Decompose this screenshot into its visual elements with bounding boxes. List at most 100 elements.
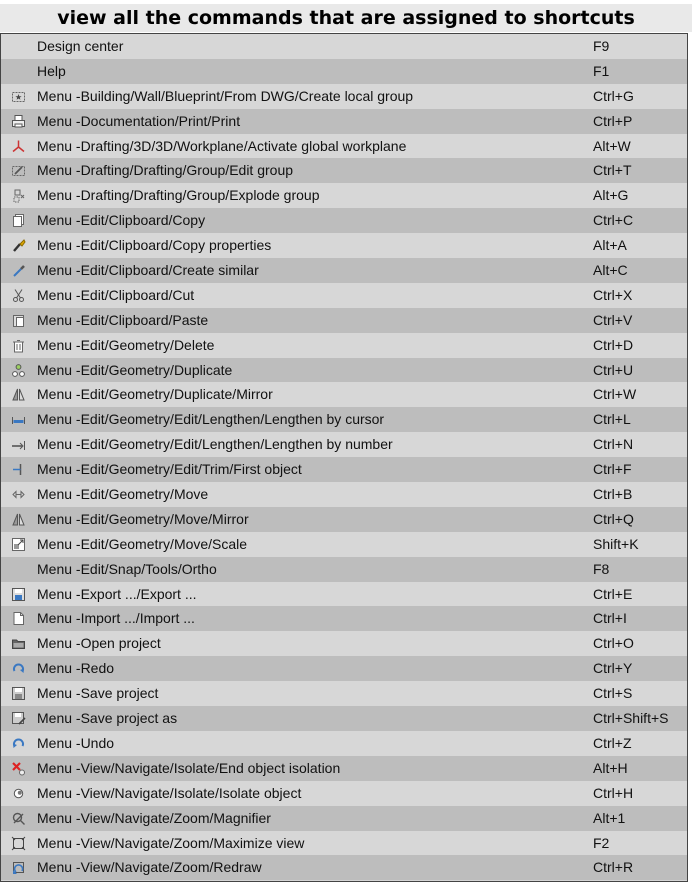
command-name: Design center	[37, 38, 124, 54]
magnifier-icon	[11, 811, 26, 826]
command-name: Menu -View/Navigate/Isolate/End object i…	[37, 759, 341, 776]
shortcut-key: F2	[593, 834, 610, 851]
shortcut-key: Alt+H	[593, 759, 628, 776]
shortcut-key: Ctrl+S	[593, 685, 633, 702]
shortcut-key: Ctrl+D	[593, 336, 634, 353]
command-name: Menu -Edit/Clipboard/Paste	[37, 311, 209, 328]
command-name: Menu -Edit/Geometry/Duplicate/Mirror	[37, 386, 273, 403]
local-group-icon	[11, 89, 26, 104]
maximize-icon	[11, 836, 26, 851]
table-row[interactable]: Menu -Edit/Geometry/Delete Ctrl+D	[1, 332, 687, 358]
shortcut-key: Ctrl+H	[593, 784, 634, 801]
command-name: Menu -View/Navigate/Zoom/Magnifier	[37, 809, 271, 826]
brush-icon	[11, 238, 26, 253]
mirror-icon	[11, 387, 26, 402]
paste-icon	[11, 313, 26, 328]
shortcut-key: Ctrl+L	[593, 411, 631, 428]
shortcut-key: Ctrl+O	[593, 635, 634, 652]
shortcut-key: Ctrl+X	[593, 286, 633, 303]
command-name: Menu -Drafting/Drafting/Group/Explode gr…	[37, 187, 320, 204]
table-row[interactable]: Menu -Edit/Geometry/Move/Mirror Ctrl+Q	[1, 506, 687, 532]
printer-icon	[11, 114, 26, 129]
table-row[interactable]: Menu -Documentation/Print/Print Ctrl+P	[1, 108, 687, 134]
shortcut-key: Ctrl+Q	[593, 510, 634, 527]
command-name: Menu -Edit/Snap/Tools/Ortho	[37, 560, 217, 577]
shortcut-key: Ctrl+N	[593, 436, 634, 453]
table-row[interactable]: Menu -Edit/Clipboard/Copy properties Alt+…	[1, 233, 687, 259]
shortcut-key: Ctrl+C	[593, 212, 634, 229]
table-row[interactable]: Menu -View/Navigate/Isolate/End object i…	[1, 755, 687, 781]
command-name: Help	[37, 62, 66, 79]
table-row[interactable]: Menu -Edit/Geometry/Edit/Lengthen/Length…	[1, 407, 687, 433]
import-icon	[11, 611, 26, 626]
lengthen-cursor-icon	[11, 412, 26, 427]
table-row[interactable]: Menu -Redo Ctrl+Y	[1, 656, 687, 682]
table-row[interactable]: Menu -Save project as Ctrl+Shift+S	[1, 706, 687, 731]
shortcut-key: Ctrl+U	[593, 361, 634, 378]
shortcut-key: Ctrl+V	[593, 311, 633, 328]
table-row[interactable]: Help F1	[1, 58, 687, 84]
shortcut-key: Ctrl+E	[593, 585, 633, 602]
trim-icon	[11, 462, 26, 477]
shortcut-key: Ctrl+Z	[593, 734, 632, 751]
command-name: Menu -Edit/Clipboard/Cut	[37, 286, 195, 303]
command-name: Menu -Edit/Geometry/Move	[37, 486, 209, 503]
command-name: Menu -Building/Wall/Blueprint/From DWG/C…	[37, 87, 414, 104]
move-icon	[11, 487, 26, 502]
table-row[interactable]: Menu -View/Navigate/Zoom/Magnifier Alt+1	[1, 805, 687, 831]
save-as-icon	[11, 711, 26, 726]
command-name: Menu -Drafting/3D/3D/Workplane/Activate …	[37, 137, 407, 154]
workplane-axes-icon	[11, 139, 26, 154]
command-name: Menu -View/Navigate/Zoom/Redraw	[37, 859, 262, 876]
table-row[interactable]: Menu -Building/Wall/Blueprint/From DWG/C…	[1, 83, 687, 109]
command-name: Menu -Edit/Geometry/Edit/Lengthen/Length…	[37, 436, 393, 453]
shortcut-key: Ctrl+G	[593, 87, 634, 104]
shortcut-key: Ctrl+R	[593, 859, 634, 876]
table-row[interactable]: Menu -Export .../Export ... Ctrl+E	[1, 581, 687, 607]
table-row[interactable]: Menu -Undo Ctrl+Z	[1, 730, 687, 756]
table-row[interactable]: Menu -Edit/Geometry/Duplicate Ctrl+U	[1, 357, 687, 383]
command-name: Menu -Undo	[37, 734, 115, 751]
isolate-icon	[11, 786, 26, 801]
duplicate-icon	[11, 363, 26, 378]
shortcut-key: Ctrl+W	[593, 386, 637, 403]
table-row[interactable]: Menu -Import .../Import ... Ctrl+I	[1, 606, 687, 632]
table-row[interactable]: Menu -Open project Ctrl+O	[1, 631, 687, 657]
table-row[interactable]: Menu -Drafting/Drafting/Group/Explode gr…	[1, 183, 687, 209]
command-name: Menu -Edit/Geometry/Edit/Trim/First obje…	[37, 461, 302, 478]
table-row[interactable]: Menu -Edit/Clipboard/Paste Ctrl+V	[1, 307, 687, 333]
table-row[interactable]: Menu -Edit/Geometry/Move/Scale Shift+K	[1, 531, 687, 557]
table-row[interactable]: Menu -View/Navigate/Zoom/Maximize view F2	[1, 830, 687, 856]
shortcut-key: Ctrl+Shift+S	[593, 710, 669, 727]
table-row[interactable]: Menu -Drafting/Drafting/Group/Edit group…	[1, 158, 687, 184]
scissors-icon	[11, 288, 26, 303]
table-row[interactable]: Menu -Edit/Clipboard/Create similar Alt+C	[1, 258, 687, 283]
table-row[interactable]: Design center F9	[1, 34, 687, 59]
command-name: Menu -Open project	[37, 635, 161, 652]
save-icon	[11, 686, 26, 701]
table-row[interactable]: Menu -Drafting/3D/3D/Workplane/Activate …	[1, 133, 687, 159]
table-row[interactable]: Menu -Edit/Geometry/Move Ctrl+B	[1, 482, 687, 507]
command-name: Menu -Edit/Clipboard/Copy properties	[37, 237, 272, 254]
table-row[interactable]: Menu -Edit/Clipboard/Cut Ctrl+X	[1, 282, 687, 308]
command-name: Menu -Edit/Geometry/Edit/Lengthen/Length…	[37, 411, 385, 428]
command-name: Menu -Edit/Geometry/Duplicate	[37, 361, 233, 378]
table-row[interactable]: Menu -Edit/Geometry/Duplicate/Mirror Ctrl…	[1, 382, 687, 408]
shortcut-key: Alt+1	[593, 809, 626, 826]
command-name: Menu -Edit/Clipboard/Copy	[37, 212, 206, 229]
table-row[interactable]: Menu -View/Navigate/Isolate/Isolate obje…	[1, 780, 687, 806]
shortcut-key: F9	[593, 38, 610, 54]
table-row[interactable]: Menu -Edit/Geometry/Edit/Trim/First obje…	[1, 457, 687, 483]
table-row[interactable]: Menu -Edit/Snap/Tools/Ortho F8	[1, 556, 687, 582]
folder-icon	[11, 636, 26, 651]
command-name: Menu -Drafting/Drafting/Group/Edit group	[37, 162, 294, 179]
table-row[interactable]: Menu -View/Navigate/Zoom/Redraw Ctrl+R	[1, 855, 687, 881]
end-isolation-icon	[11, 761, 26, 776]
table-row[interactable]: Menu -Edit/Clipboard/Copy Ctrl+C	[1, 208, 687, 234]
table-row[interactable]: Menu -Save project Ctrl+S	[1, 681, 687, 707]
shortcut-key: Alt+A	[593, 237, 627, 254]
table-row[interactable]: Menu -Edit/Geometry/Edit/Lengthen/Length…	[1, 432, 687, 458]
command-name: Menu -Redo	[37, 660, 115, 677]
command-name: Menu -Edit/Geometry/Delete	[37, 336, 215, 353]
shortcut-key: Shift+K	[593, 535, 639, 552]
